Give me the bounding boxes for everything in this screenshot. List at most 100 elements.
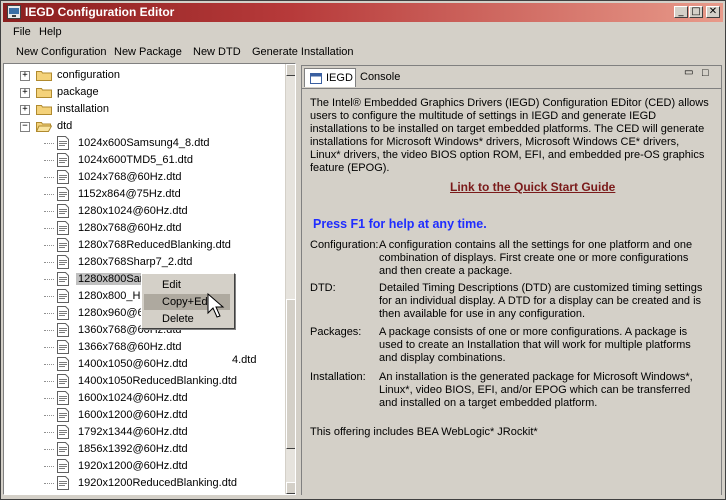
tree-connector [44,364,54,365]
expand-icon[interactable]: + [20,105,30,115]
window-title: IEGD Configuration Editor [25,5,175,19]
pane-maximize-icon[interactable]: □ [702,67,709,79]
window-icon [310,73,322,84]
dtd-file-label: 1400x1050ReducedBlanking.dtd [78,375,238,387]
tree-connector [44,279,54,280]
scroll-down-button[interactable] [286,482,295,494]
tree-folder-package[interactable]: + package [4,84,284,101]
expand-icon[interactable]: + [20,88,30,98]
dtd-file-item[interactable]: 1792x1344@60Hz.dtd [4,424,284,441]
open-folder-icon [36,122,52,132]
tree-connector [44,262,54,263]
tree-connector [44,296,54,297]
dtd-file-item[interactable]: 1024x600TMD5_61.dtd [4,152,284,169]
desc-installation: An installation is the generated package… [379,371,693,409]
dtd-file-icon [57,442,69,456]
menu-file[interactable]: File [13,26,31,38]
maximize-button[interactable]: □ [689,6,703,18]
tree-connector [44,449,54,450]
tab-console[interactable]: Console [357,68,403,87]
dtd-file-icon [57,391,69,405]
tree-connector [44,330,54,331]
tree-connector [44,313,54,314]
tree-connector [44,381,54,382]
mouse-pointer-icon [207,293,225,318]
tab-iegd-label: IEGD [326,72,353,84]
tree-folder-installation[interactable]: + installation [4,101,284,118]
dtd-file-item[interactable]: 1856x1392@60Hz.dtd [4,441,284,458]
intro-paragraph: The Intel® Embedded Graphics Drivers (IE… [310,97,709,174]
dtd-file-label: 1024x600TMD5_61.dtd [78,154,193,166]
quick-start-link[interactable]: Link to the Quick Start Guide [450,180,615,194]
collapse-icon[interactable]: − [20,122,30,132]
dtd-file-label: 1280x800Sam [76,273,151,285]
desc-packages: A package consists of one or more config… [379,326,691,364]
tab-console-label: Console [360,71,401,83]
context-edit-label: Edit [162,279,181,291]
dtd-file-icon [57,340,69,354]
dtd-file-icon [57,459,69,473]
tree-folder-dtd[interactable]: − dtd [4,118,284,135]
dtd-file-item[interactable]: 1024x600Samsung4_8.dtd [4,135,284,152]
term-dtd: DTD: [310,282,336,294]
dtd-file-item[interactable]: 1280x768ReducedBlanking.dtd [4,237,284,254]
tree-label: installation [57,103,109,115]
dtd-file-label: 1152x864@75Hz.dtd [78,188,181,200]
folder-icon [36,105,52,115]
tree-label: package [57,86,99,98]
tree-folder-configuration[interactable]: + configuration [4,67,284,84]
dtd-file-label: 1920x1200@60Hz.dtd [78,460,188,472]
dtd-file-item[interactable]: 1920x1200@60Hz.dtd [4,458,284,475]
dtd-file-icon [57,170,69,184]
dtd-file-label: 1280x768Sharp7_2.dtd [78,256,193,268]
new-configuration-button[interactable]: New Configuration [16,46,107,58]
dtd-file-item[interactable]: 1280x1024@60Hz.dtd [4,203,284,220]
pane-minimize-icon[interactable]: ▭ [684,67,693,78]
dtd-file-icon [57,306,69,320]
folder-icon [36,88,52,98]
welcome-content: The Intel® Embedded Graphics Drivers (IE… [302,88,721,495]
tab-iegd[interactable]: IEGD [304,68,356,87]
minimize-button[interactable]: _ [674,6,688,18]
tree-connector [44,211,54,212]
dtd-file-icon [57,204,69,218]
dtd-file-item[interactable]: 1600x1024@60Hz.dtd [4,390,284,407]
dtd-file-icon [57,476,69,490]
scroll-up-button[interactable] [286,64,295,76]
dtd-file-item[interactable]: 1280x768Sharp7_2.dtd [4,254,284,271]
dtd-file-item[interactable]: 1600x1200@60Hz.dtd [4,407,284,424]
dtd-file-label: 1024x768@60Hz.dtd [78,171,182,183]
dtd-file-item[interactable]: 1024x768@60Hz.dtd [4,169,284,186]
tree-scrollbar[interactable] [285,64,295,494]
menu-bar: File Help [3,23,723,41]
dtd-file-icon [57,323,69,337]
dtd-file-item[interactable]: 1280x768@60Hz.dtd [4,220,284,237]
tree-connector [44,483,54,484]
tree-connector [44,177,54,178]
desc-dtd: Detailed Timing Descriptions (DTD) are c… [379,282,703,320]
term-installation: Installation: [310,371,366,383]
menu-help[interactable]: Help [39,26,62,38]
generate-installation-button[interactable]: Generate Installation [252,46,354,58]
expand-icon[interactable]: + [20,71,30,81]
dtd-file-label: 1366x768@60Hz.dtd [78,341,182,353]
dtd-file-icon [57,187,69,201]
tree-connector [44,466,54,467]
dtd-file-item[interactable]: 1400x1050ReducedBlanking.dtd [4,373,284,390]
tree-label: dtd [57,120,73,132]
dtd-file-icon [57,425,69,439]
context-delete-label: Delete [162,313,194,325]
dtd-file-icon [57,272,69,286]
close-button[interactable]: ✕ [706,6,720,18]
dtd-file-item[interactable]: 1920x1200ReducedBlanking.dtd [4,475,284,492]
new-dtd-button[interactable]: New DTD [193,46,241,58]
f1-help-text: Press F1 for help at any time. [313,217,487,231]
context-edit[interactable]: Edit [144,277,230,293]
dtd-file-item[interactable]: 1152x864@75Hz.dtd [4,186,284,203]
dtd-file-label: 1600x1200@60Hz.dtd [78,409,188,421]
dtd-file-icon [57,221,69,235]
title-bar[interactable]: IEGD Configuration Editor _ □ ✕ [3,3,723,22]
scroll-thumb[interactable] [286,299,295,449]
dtd-file-icon [57,357,69,371]
new-package-button[interactable]: New Package [114,46,182,58]
